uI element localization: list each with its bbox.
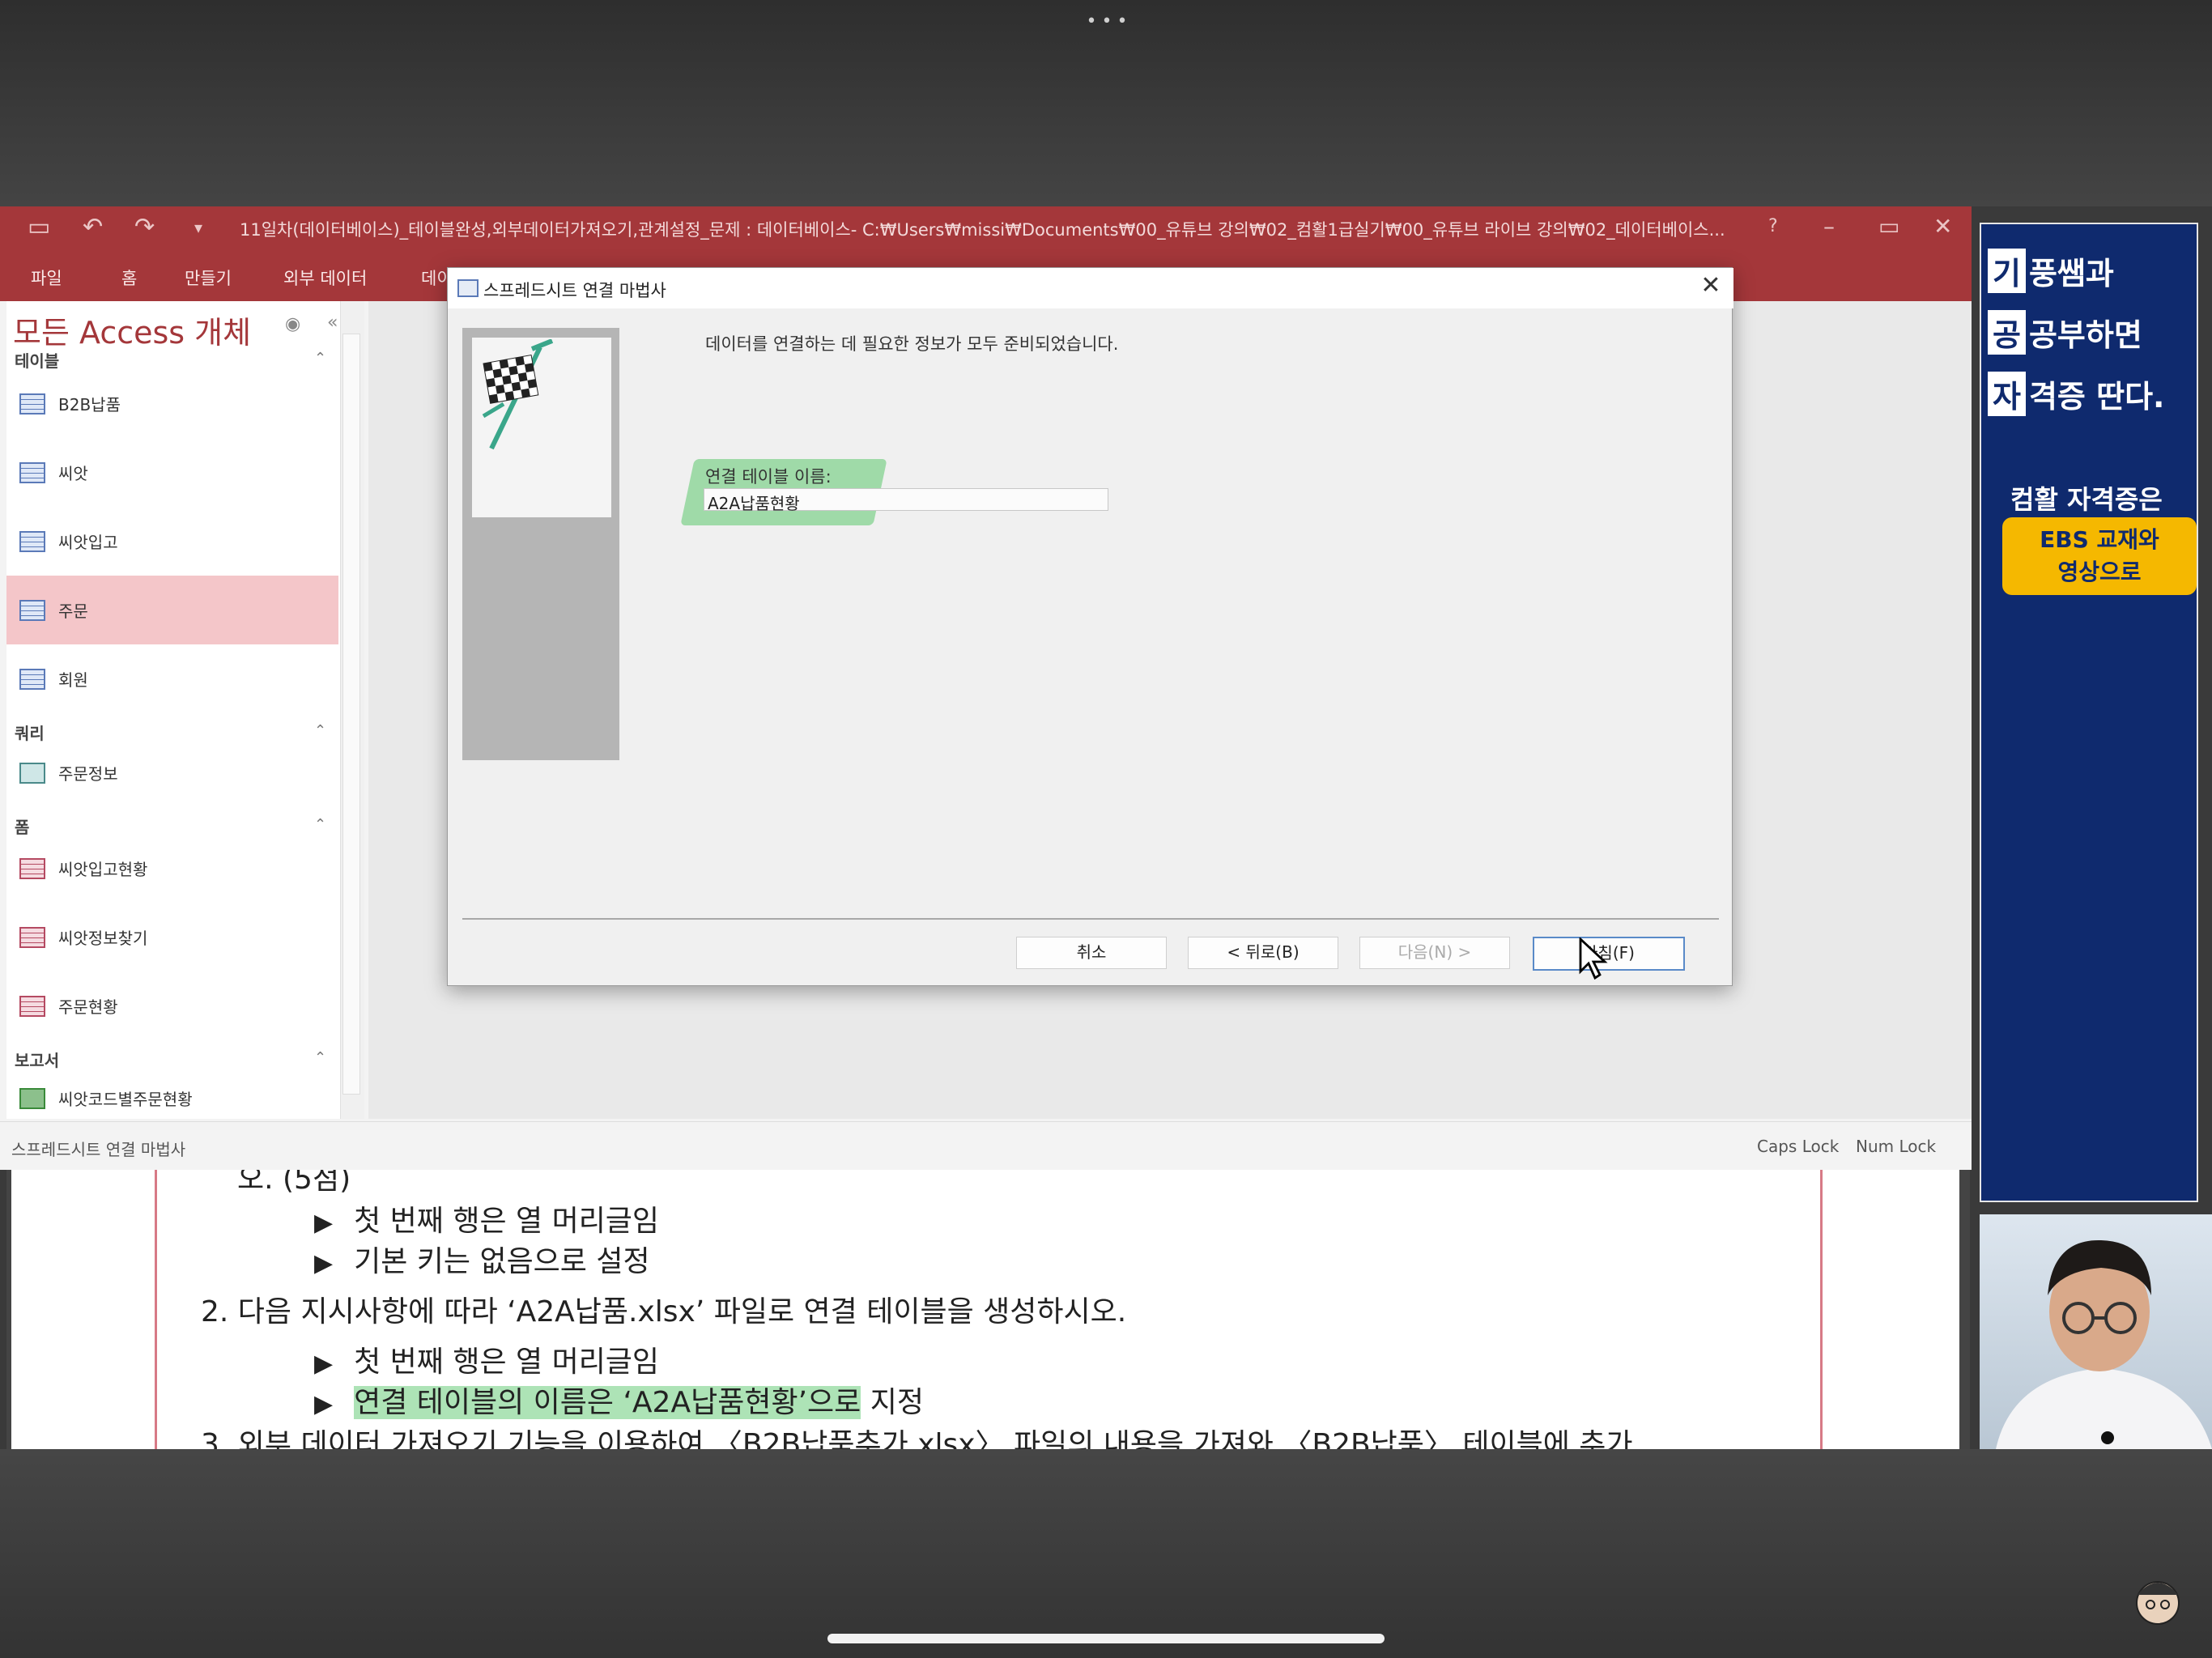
status-bar: 스프레드시트 연결 마법사 Caps Lock Num Lock [0, 1121, 1972, 1170]
highlighted-text: 연결 테이블의 이름은 ‘A2A납품현황’으로 [354, 1386, 861, 1419]
margin-line-left [155, 1170, 157, 1449]
status-message: 스프레드시트 연결 마법사 [11, 1140, 186, 1159]
undo-icon[interactable]: ↶ [83, 213, 103, 241]
minimize-icon[interactable]: – [1823, 213, 1835, 240]
nav-item-report[interactable]: 씨앗코드별주문현황 [6, 1064, 338, 1119]
document-frame-right [1959, 1170, 1970, 1449]
nav-item-form[interactable]: 씨앗정보찾기 [6, 903, 338, 971]
collapse-forms-icon[interactable]: ⌃ [314, 816, 326, 833]
linked-table-name-label: 연결 테이블 이름: [705, 467, 832, 487]
doc-bullet-line: ▶ 기본 키는 없음으로 설정 [314, 1245, 650, 1278]
save-icon[interactable]: ▭ [28, 213, 50, 241]
navigation-pane: 모든 Access 개체 ◉ « 테이블 ⌃ B2B납품 씨앗 씨앗입고 주문 … [6, 301, 364, 1119]
nav-item-table[interactable]: 씨앗입고 [6, 507, 338, 576]
customize-qat-icon[interactable]: ▾ [194, 218, 202, 237]
tab-home[interactable]: 홈 [121, 266, 137, 290]
webcam-video [1980, 1214, 2212, 1449]
doc-question-2: 2. 다음 지시사항에 따라 ‘A2A납품.xlsx’ 파일로 연결 테이블을 … [201, 1295, 1127, 1329]
title-bar: ▭ ↶ ↷ ▾ 11일차(데이터베이스)_테이블완성,외부데이터가져오기,관계설… [0, 206, 1972, 251]
promo-banner: 기 풍쌤과 공 공부하면 자 격증 딴다. 컴활 자격증은 EBS 교재와 영상으로 [1980, 223, 2198, 1202]
triangle-bullet-icon: ▶ [314, 1390, 334, 1418]
dialog-title: 스프레드시트 연결 마법사 [483, 281, 666, 300]
doc-bullet-line: ▶ 첫 번째 행은 열 머리글임 [314, 1205, 660, 1238]
linked-table-name-input[interactable]: A2A납품현황 [704, 488, 1108, 513]
nav-item-table[interactable]: 씨앗 [6, 438, 338, 507]
doc-question-3-cutoff: 3. 외부 데이터 가져오기 기능을 이용하여 〈B2B납품추가.xlsx〉 파… [201, 1428, 1633, 1449]
num-lock-indicator: Num Lock [1856, 1137, 1937, 1156]
mouse-cursor-icon [1579, 937, 1608, 980]
next-button[interactable]: 다음(N) > [1359, 937, 1510, 969]
nav-item-table[interactable]: 회원 [6, 644, 338, 713]
banner-row: 자 격증 딴다. [1988, 372, 2164, 416]
triangle-bullet-icon: ▶ [314, 1350, 334, 1378]
table-icon [19, 393, 45, 414]
table-icon [19, 531, 45, 552]
close-icon[interactable]: ✕ [1933, 213, 1952, 240]
redo-icon[interactable]: ↷ [134, 213, 155, 241]
tab-create[interactable]: 만들기 [185, 266, 232, 290]
form-icon [19, 927, 45, 948]
table-icon [19, 462, 45, 483]
checkered-flag-icon [482, 339, 554, 450]
banner-row: 공 공부하면 [1988, 310, 2142, 355]
section-tables[interactable]: 테이블 [15, 348, 59, 372]
channel-avatar-icon [2136, 1581, 2180, 1625]
table-icon [19, 600, 45, 621]
finish-button[interactable]: 마침(F) [1533, 937, 1685, 971]
doc-line-partial: 오. (5점) [237, 1170, 351, 1196]
wizard-icon [457, 279, 479, 297]
presenter-image [1996, 1239, 2212, 1449]
dialog-separator [462, 918, 1719, 920]
form-icon [19, 858, 45, 879]
help-icon[interactable]: ? [1768, 216, 1778, 236]
banner-pill: EBS 교재와 영상으로 [2002, 517, 2197, 595]
doc-bullet-line-highlighted: ▶ 연결 테이블의 이름은 ‘A2A납품현황’으로 지정 [314, 1386, 924, 1419]
more-options-icon[interactable]: ••• [1085, 11, 1134, 32]
bottom-bezel [0, 1449, 2212, 1658]
spreadsheet-link-wizard: 스프레드시트 연결 마법사 ✕ 데이터를 연결하는 데 필요한 정보가 모두 준… [447, 267, 1733, 986]
exam-document: 오. (5점) ▶ 첫 번째 행은 열 머리글임 ▶ 기본 키는 없음으로 설정 2… [6, 1170, 1970, 1449]
collapse-tables-icon[interactable]: ⌃ [314, 350, 326, 367]
nav-item-query[interactable]: 주문정보 [6, 738, 338, 807]
report-icon [19, 1088, 45, 1109]
banner-row: 기 풍쌤과 [1988, 249, 2114, 293]
collapse-pane-icon[interactable]: « [327, 312, 338, 333]
tab-external-data[interactable]: 외부 데이터 [283, 266, 367, 290]
tab-file[interactable]: 파일 [31, 266, 62, 290]
nav-pane-title[interactable]: 모든 Access 개체 [13, 308, 251, 352]
table-icon [19, 669, 45, 690]
nav-item-table-selected[interactable]: 주문 [6, 576, 338, 644]
margin-line-right [1820, 1170, 1823, 1449]
banner-subtitle: 컴활 자격증은 [2010, 484, 2163, 515]
cancel-button[interactable]: 취소 [1016, 937, 1167, 969]
caps-lock-indicator: Caps Lock [1757, 1137, 1840, 1156]
form-icon [19, 996, 45, 1017]
nav-item-form[interactable]: 씨앗입고현황 [6, 834, 338, 903]
dialog-title-bar: 스프레드시트 연결 마법사 ✕ [448, 268, 1733, 308]
window-title: 11일차(데이터베이스)_테이블완성,외부데이터가져오기,관계설정_문제 : 데… [240, 220, 1725, 240]
triangle-bullet-icon: ▶ [314, 1209, 334, 1237]
document-frame-left [6, 1170, 11, 1449]
collapse-queries-icon[interactable]: ⌃ [314, 722, 326, 739]
back-button[interactable]: < 뒤로(B) [1188, 937, 1338, 969]
query-icon [19, 763, 45, 784]
doc-bullet-line: ▶ 첫 번째 행은 열 머리글임 [314, 1346, 660, 1379]
wizard-message: 데이터를 연결하는 데 필요한 정보가 모두 준비되었습니다. [705, 334, 1119, 354]
triangle-bullet-icon: ▶ [314, 1249, 334, 1278]
dialog-close-icon[interactable]: ✕ [1695, 271, 1727, 304]
home-indicator[interactable] [827, 1634, 1385, 1643]
nav-scrollbar-thumb[interactable] [342, 334, 360, 1095]
nav-item-table[interactable]: B2B납품 [6, 369, 338, 438]
maximize-icon[interactable]: ▭ [1878, 213, 1899, 240]
nav-item-form[interactable]: 주문현황 [6, 971, 338, 1040]
nav-options-icon[interactable]: ◉ [285, 314, 300, 334]
